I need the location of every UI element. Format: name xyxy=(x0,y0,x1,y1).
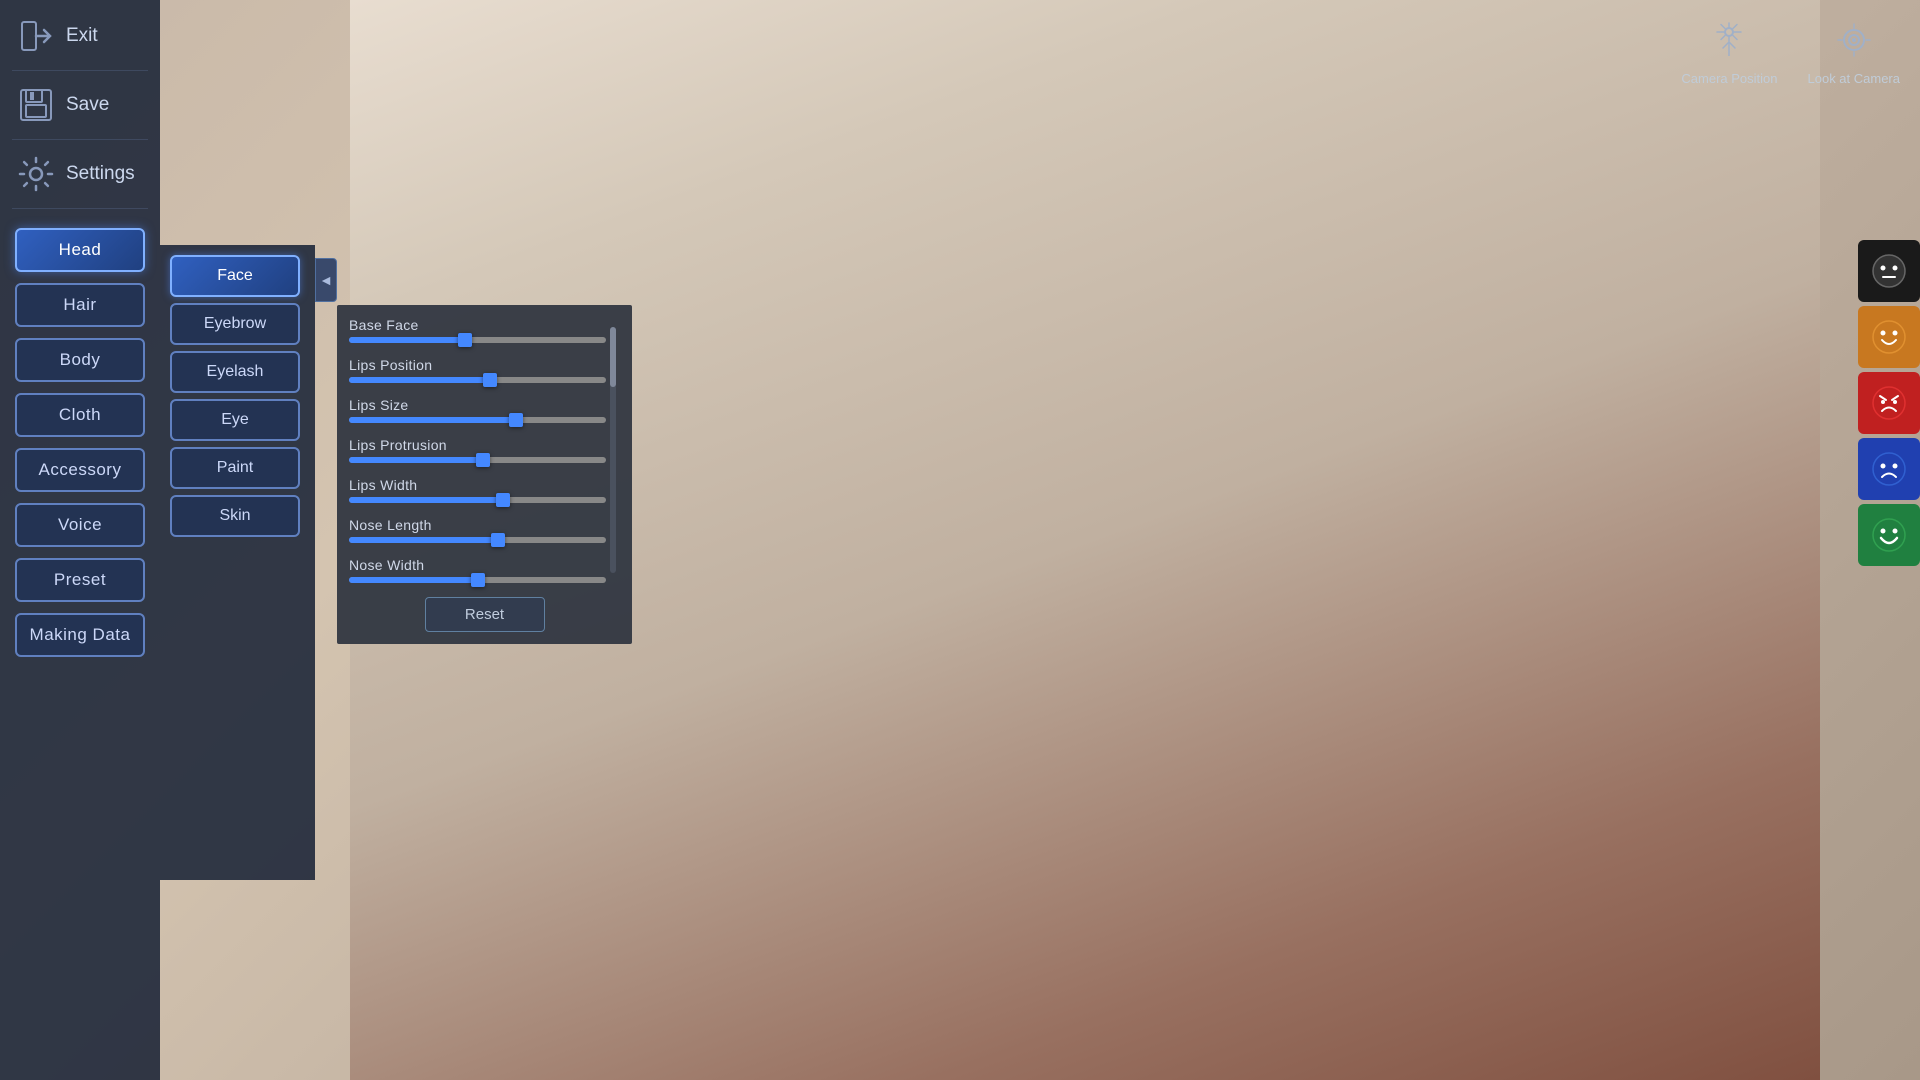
main-sidebar: Exit Save Settings Head Hair Body xyxy=(0,0,160,1080)
nav-btn-hair[interactable]: Hair xyxy=(15,283,145,327)
sub-panel: Face Eyebrow Eyelash Eye Paint Skin xyxy=(160,245,315,880)
slider-lips-protrusion-track[interactable] xyxy=(349,457,606,463)
save-label: Save xyxy=(66,94,109,116)
divider-1 xyxy=(12,70,148,71)
look-at-camera-label: Look at Camera xyxy=(1808,71,1901,86)
emotion-sad-button[interactable] xyxy=(1858,438,1920,500)
sub-btn-eyelash[interactable]: Eyelash xyxy=(170,351,300,393)
slider-nose-width-track[interactable] xyxy=(349,577,606,583)
look-at-camera-icon xyxy=(1829,15,1879,65)
slider-nose-length-label: Nose Length xyxy=(349,517,606,533)
top-right-controls: Camera Position Look at Camera xyxy=(1681,15,1900,86)
exit-menu-item[interactable]: Exit xyxy=(12,10,148,62)
sub-btn-eye[interactable]: Eye xyxy=(170,399,300,441)
save-menu-item[interactable]: Save xyxy=(12,79,148,131)
slider-lips-size: Lips Size xyxy=(349,397,606,423)
sub-btn-face[interactable]: Face xyxy=(170,255,300,297)
settings-icon xyxy=(16,154,56,194)
nav-btn-accessory[interactable]: Accessory xyxy=(15,448,145,492)
collapse-icon: ◄ xyxy=(319,272,333,288)
sub-btn-skin[interactable]: Skin xyxy=(170,495,300,537)
sub-btn-paint[interactable]: Paint xyxy=(170,447,300,489)
emotion-neutral-button[interactable] xyxy=(1858,240,1920,302)
save-icon xyxy=(16,85,56,125)
nav-btn-preset[interactable]: Preset xyxy=(15,558,145,602)
slider-lips-size-track[interactable] xyxy=(349,417,606,423)
slider-base-face-label: Base Face xyxy=(349,317,606,333)
nav-btn-making-data[interactable]: Making Data xyxy=(15,613,145,657)
emotion-angry-button[interactable] xyxy=(1858,372,1920,434)
slider-lips-position-label: Lips Position xyxy=(349,357,606,373)
slider-lips-protrusion: Lips Protrusion xyxy=(349,437,606,463)
slider-lips-position-track[interactable] xyxy=(349,377,606,383)
slider-lips-width: Lips Width xyxy=(349,477,606,503)
slider-lips-width-track[interactable] xyxy=(349,497,606,503)
sub-btn-eyebrow[interactable]: Eyebrow xyxy=(170,303,300,345)
emotion-panel xyxy=(1858,240,1920,566)
slider-nose-length: Nose Length xyxy=(349,517,606,543)
nav-btn-head[interactable]: Head xyxy=(15,228,145,272)
nav-btn-body[interactable]: Body xyxy=(15,338,145,382)
slider-nose-length-track[interactable] xyxy=(349,537,606,543)
exit-icon xyxy=(16,16,56,56)
camera-position-icon xyxy=(1704,15,1754,65)
sliders-panel: Base Face Lips Position Lips Size Lips xyxy=(337,305,632,644)
divider-2 xyxy=(12,139,148,140)
slider-lips-width-label: Lips Width xyxy=(349,477,606,493)
collapse-panel-button[interactable]: ◄ xyxy=(315,258,337,302)
slider-nose-width-label: Nose Width xyxy=(349,557,606,573)
look-at-camera-item[interactable]: Look at Camera xyxy=(1808,15,1901,86)
scrollbar[interactable] xyxy=(610,327,618,573)
nav-btn-voice[interactable]: Voice xyxy=(15,503,145,547)
slider-lips-size-label: Lips Size xyxy=(349,397,606,413)
camera-position-item[interactable]: Camera Position xyxy=(1681,15,1777,86)
settings-label: Settings xyxy=(66,163,135,185)
slider-lips-protrusion-label: Lips Protrusion xyxy=(349,437,606,453)
camera-position-label: Camera Position xyxy=(1681,71,1777,86)
divider-3 xyxy=(12,208,148,209)
slider-lips-position: Lips Position xyxy=(349,357,606,383)
exit-label: Exit xyxy=(66,25,98,47)
emotion-smile-button[interactable] xyxy=(1858,504,1920,566)
nav-btn-cloth[interactable]: Cloth xyxy=(15,393,145,437)
reset-button[interactable]: Reset xyxy=(425,597,545,632)
settings-menu-item[interactable]: Settings xyxy=(12,148,148,200)
slider-base-face-track[interactable] xyxy=(349,337,606,343)
slider-nose-width: Nose Width xyxy=(349,557,606,583)
emotion-happy-button[interactable] xyxy=(1858,306,1920,368)
slider-base-face: Base Face xyxy=(349,317,606,343)
